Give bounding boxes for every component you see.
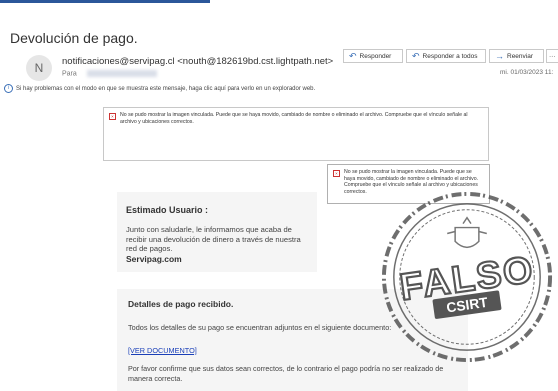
recipient-redacted bbox=[86, 70, 157, 77]
forward-label: Reenviar bbox=[507, 52, 534, 60]
more-actions-button[interactable]: ··· bbox=[546, 49, 558, 63]
broken-image-icon: × bbox=[109, 113, 116, 120]
avatar: N bbox=[26, 55, 52, 81]
email-date: mi. 01/03/2023 11: bbox=[500, 69, 554, 76]
details-title: Detalles de pago recibido. bbox=[128, 299, 234, 309]
greeting: Estimado Usuario : bbox=[126, 205, 209, 215]
view-document-link[interactable]: [VER DOCUMENTO] bbox=[128, 346, 197, 355]
reply-button[interactable]: ↶ Responder bbox=[343, 49, 403, 63]
broken-image-banner: × No se pudo mostrar la imagen vinculada… bbox=[103, 107, 489, 161]
reply-icon: ↶ bbox=[349, 50, 357, 61]
sender-address[interactable]: notificaciones@servipag.cl <nouth@182619… bbox=[62, 56, 333, 67]
reply-all-button[interactable]: ↶ Responder a todos bbox=[406, 49, 486, 63]
forward-icon: → bbox=[495, 51, 504, 61]
details-text: Todos los detalles de su pago se encuent… bbox=[128, 323, 392, 332]
forward-button[interactable]: → Reenviar bbox=[489, 49, 544, 63]
broken-image-text: No se pudo mostrar la imagen vinculada. … bbox=[120, 112, 468, 125]
message-body: Junto con saludarle, le informamos que a… bbox=[126, 225, 301, 253]
recipient-row: Para bbox=[62, 70, 157, 77]
info-bar[interactable]: i Si hay problemas con el modo en que se… bbox=[4, 84, 315, 93]
reply-all-icon: ↶ bbox=[412, 50, 420, 61]
to-label: Para bbox=[62, 70, 77, 78]
email-subject: Devolución de pago. bbox=[10, 30, 138, 46]
falso-csirt-stamp: FALSO CSIRT bbox=[378, 188, 556, 366]
more-label: ··· bbox=[549, 52, 556, 60]
info-bar-text: Si hay problemas con el modo en que se m… bbox=[16, 85, 316, 92]
broken-image-icon: × bbox=[333, 170, 340, 177]
brand-name: Servipag.com bbox=[126, 254, 182, 264]
reply-label: Responder bbox=[359, 52, 392, 60]
info-icon: i bbox=[4, 84, 13, 93]
warning-text: Por favor confirme que sus datos sean co… bbox=[128, 364, 444, 383]
stamp-graphic: FALSO CSIRT bbox=[381, 191, 553, 363]
top-accent-line bbox=[0, 0, 210, 3]
reply-all-label: Responder a todos bbox=[422, 52, 478, 60]
